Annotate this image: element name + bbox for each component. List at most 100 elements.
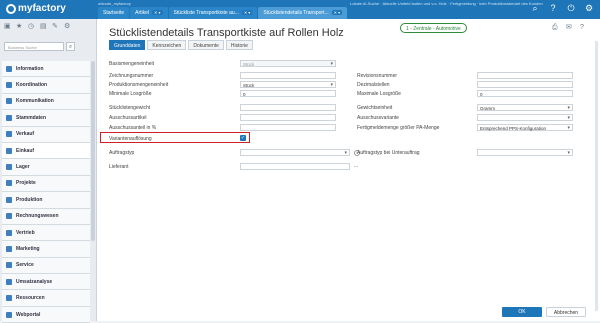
star-icon[interactable]: ★ [16, 23, 23, 30]
minimale-losgroesse-input[interactable]: 0 [240, 90, 336, 97]
settings-icon[interactable]: ⚙ [584, 3, 594, 13]
search-icon[interactable]: ⌕ [530, 3, 540, 13]
sidebar-scrollbar[interactable] [91, 61, 95, 241]
tab-kennzeichen[interactable]: Kennzeichen [147, 40, 187, 50]
tab-close-icon[interactable]: ✕ ▾ [152, 10, 163, 15]
document-icon[interactable]: ▤ [40, 23, 47, 30]
lieferant-lookup-button[interactable]: ... [354, 163, 358, 169]
tools-icon[interactable]: ✎ [52, 23, 59, 30]
context-badge[interactable]: 1 - Zentrale - Automotive [400, 23, 467, 33]
fertigmeldemenge-select[interactable]: Entsprechend PPS-Konfiguration [477, 124, 573, 131]
tab-stueckliste[interactable]: Stückliste Transportkiste au... ✕ ▾ [168, 7, 258, 19]
sidebar-item-label: Lager [16, 164, 30, 171]
ausschussvariante-label: Ausschussvariante [357, 115, 399, 121]
tab-close-icon[interactable]: ✕ ▾ [241, 10, 253, 15]
stuecklistengewicht-label: Stücklistengewicht [109, 105, 151, 111]
ressourcen-icon [6, 295, 12, 302]
tab-historie[interactable]: Historie [225, 40, 253, 50]
tab-label: Artikel [135, 10, 150, 16]
zeichnungsnummer-label: Zeichnungsnummer [109, 73, 154, 79]
sidebar-item-label: Webportal [16, 311, 41, 318]
basismengeneinheit-select[interactable]: Stück [240, 60, 336, 67]
maximale-losgroesse-input[interactable]: 0 [477, 90, 573, 97]
fertigmeldemenge-label: Fertigmeldemenge größer PA-Menge [357, 125, 440, 131]
stammdaten-icon [6, 114, 12, 121]
maximale-losgroesse-label: Maximale Losgröße [357, 91, 401, 97]
highlight-box [100, 132, 250, 143]
history-icon[interactable]: ◷ [28, 23, 35, 30]
gewichtseinheit-label: Gewichtseinheit [357, 105, 393, 111]
sidebar-item-kommunikation[interactable]: Kommunikation [2, 93, 90, 111]
tab-stuecklistendetails[interactable]: Stücklistendetails Transport... ✕ ▾ [258, 7, 348, 19]
ausschussartikel-input[interactable] [240, 114, 336, 121]
stuecklistengewicht-input[interactable] [240, 104, 336, 111]
logo-text: myfactory [18, 3, 66, 14]
sidebar-item-produktion[interactable]: Produktion [2, 192, 90, 209]
sidebar-item-label: Ressourcen [16, 295, 45, 302]
logo: myfactory [6, 3, 66, 14]
sidebar-item-koordination[interactable]: Koordination [2, 77, 90, 94]
power-icon[interactable]: ⏻ [566, 3, 576, 13]
mail-icon[interactable]: ✉ [566, 24, 574, 32]
sidebar-item-label: Umsatzanalyse [16, 278, 53, 285]
main-scrollbar[interactable] [595, 41, 598, 311]
sidebar-item-einkauf[interactable]: Einkauf [2, 142, 90, 160]
sidebar-menu: Information Koordination Kommunikation S… [2, 61, 90, 323]
tab-dokumente[interactable]: Dokumente [188, 40, 224, 50]
sidebar-item-label: Projekte [16, 180, 36, 187]
sidebar-item-vertrieb[interactable]: Vertrieb [2, 224, 90, 242]
tab-artikel[interactable]: Artikel ✕ ▾ [130, 7, 168, 19]
sidebar-item-umsatzanalyse[interactable]: Umsatzanalyse [2, 274, 90, 291]
sidebar-item-lager[interactable]: Lager [2, 159, 90, 176]
sidebar-item-ressourcen[interactable]: Ressourcen [2, 290, 90, 307]
sidebar-item-label: Stammdaten [16, 114, 47, 121]
print-icon[interactable]: ⎙ [552, 24, 560, 32]
cancel-button[interactable]: Abbrechen [546, 307, 586, 317]
ok-button[interactable]: OK [502, 307, 542, 317]
help-icon[interactable]: ? [580, 24, 588, 32]
revisionsnummer-input[interactable] [477, 72, 573, 79]
lieferant-label: Lieferant [109, 164, 129, 170]
ausschussanteil-label: Ausschussanteil in % [109, 125, 157, 131]
help-icon[interactable]: ? [548, 3, 558, 13]
sidebar-item-service[interactable]: Service [2, 257, 90, 275]
lager-icon [6, 164, 12, 171]
sidebar-item-verkauf[interactable]: Verkauf [2, 126, 90, 143]
rechnungswesen-icon [6, 213, 12, 220]
sidebar-item-information[interactable]: Information [2, 61, 90, 78]
lieferant-input[interactable] [240, 163, 350, 170]
sidebar-item-rechnungswesen[interactable]: Rechnungswesen [2, 208, 90, 225]
ausschussvariante-select[interactable] [477, 114, 573, 121]
system-info: Lokale AI-Suche · Aktuelle Umfeld laufen… [350, 1, 543, 6]
minimale-losgroesse-label: Minimale Losgröße [109, 91, 152, 97]
gewichtseinheit-select[interactable]: Gramm [477, 104, 573, 111]
search-icon[interactable]: ⌕ [66, 42, 75, 51]
sidebar-item-label: Verkauf [16, 131, 35, 138]
umsatzanalyse-icon [6, 278, 12, 285]
sidebar-item-label: Information [16, 65, 44, 72]
vertrieb-icon [6, 229, 12, 236]
auftragstyp-unterauftrag-select[interactable] [477, 149, 573, 156]
zeichnungsnummer-input[interactable] [240, 72, 336, 79]
main-panel: Stücklistendetails Transportkiste auf Ro… [97, 19, 600, 321]
tab-close-icon[interactable]: ✕ ▾ [331, 10, 343, 15]
tab-startseite[interactable]: Startseite [98, 7, 130, 19]
auftragstyp-select[interactable] [240, 149, 350, 156]
sidebar-item-projekte[interactable]: Projekte [2, 175, 90, 193]
webportal-icon [6, 311, 12, 318]
kommunikation-icon [6, 98, 12, 105]
desktop-icon[interactable]: ▣ [4, 23, 11, 30]
ausschussanteil-input[interactable] [240, 124, 336, 131]
dezimalstellen-input[interactable] [477, 81, 573, 88]
sidebar-item-stammdaten[interactable]: Stammdaten [2, 110, 90, 127]
page-title: Stücklistendetails Transportkiste auf Ro… [109, 27, 344, 39]
sidebar-item-marketing[interactable]: Marketing [2, 241, 90, 258]
sidebar-item-label: Koordination [16, 82, 48, 89]
information-icon [6, 65, 12, 72]
business-search-input[interactable]: Business Suche [4, 42, 64, 51]
produktionsmengeneinheit-select[interactable]: Stück [240, 81, 336, 88]
produktionsmengeneinheit-label: Produktionsmengeneinheit [109, 82, 169, 88]
einkauf-icon [6, 147, 12, 154]
settings-icon[interactable]: ⚙ [64, 23, 71, 30]
tab-grunddaten[interactable]: Grunddaten [109, 40, 146, 50]
